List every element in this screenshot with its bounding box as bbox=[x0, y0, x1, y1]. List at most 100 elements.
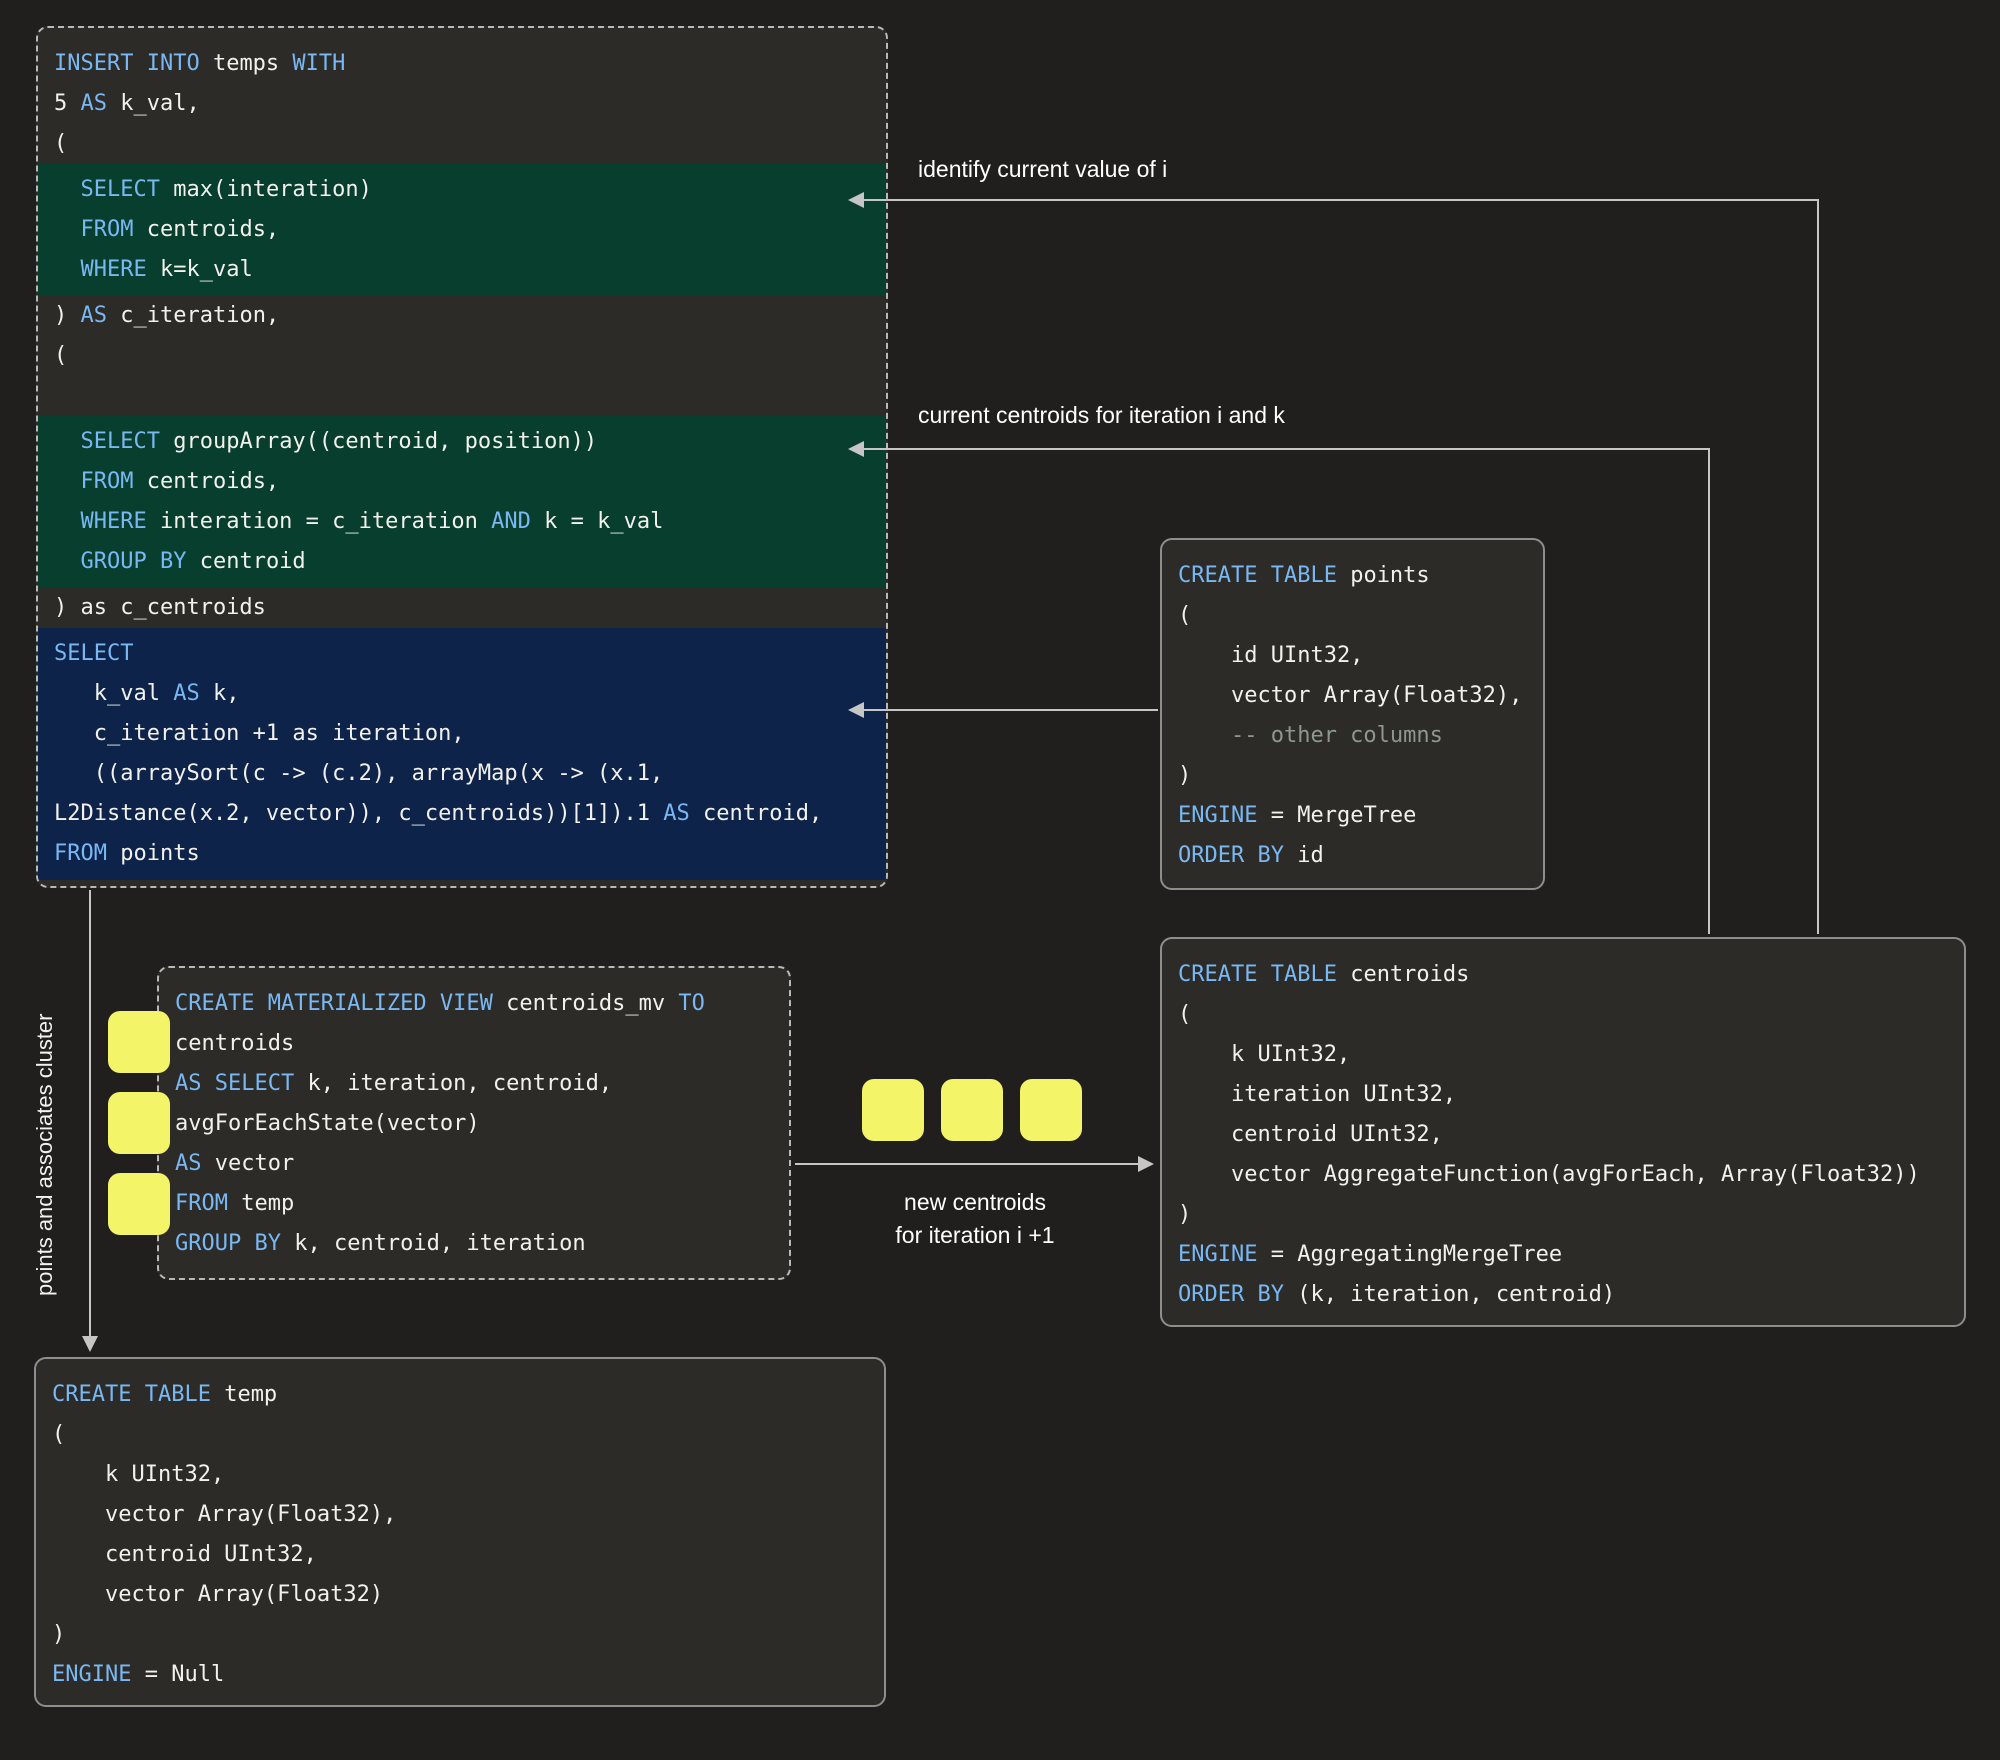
diagram-canvas: INSERT INTO temps WITH5 AS k_val,( SELEC… bbox=[0, 0, 2000, 1760]
code-line: ) AS c_iteration, bbox=[54, 296, 870, 336]
code-text: k=k_val bbox=[147, 257, 253, 282]
code-text: ) as c_centroids bbox=[54, 595, 266, 620]
code-line: vector Array(Float32), bbox=[1178, 676, 1527, 716]
code-line: SELECT groupArray((centroid, position)) bbox=[54, 422, 870, 462]
code-text: k, centroid, iteration bbox=[281, 1231, 586, 1256]
code-line: k_val AS k, bbox=[54, 674, 870, 714]
code-text: ( bbox=[1178, 1002, 1191, 1027]
code-keyword: SELECT bbox=[81, 177, 160, 202]
code-text: centroid UInt32, bbox=[1178, 1122, 1443, 1147]
code-text: points bbox=[1337, 563, 1430, 588]
code-line: vector Array(Float32) bbox=[52, 1575, 868, 1615]
code-line: vector AggregateFunction(avgForEach, Arr… bbox=[1178, 1155, 1948, 1195]
annotation-current-centroids: current centroids for iteration i and k bbox=[918, 402, 1285, 429]
code-line: ((arraySort(c -> (c.2), arrayMap(x -> (x… bbox=[54, 754, 870, 794]
code-keyword: FROM bbox=[81, 217, 134, 242]
code-line: L2Distance(x.2, vector)), c_centroids))[… bbox=[54, 794, 870, 834]
code-text: max(interation) bbox=[160, 177, 372, 202]
code-text: ( bbox=[1178, 603, 1191, 628]
code-text: k UInt32, bbox=[52, 1462, 224, 1487]
code-text bbox=[54, 549, 81, 574]
code-text: L2Distance(x.2, vector)), c_centroids))[… bbox=[54, 801, 663, 826]
code-text: temp bbox=[211, 1382, 277, 1407]
side-label-points-cluster: points and associates cluster bbox=[32, 960, 58, 1296]
code-text: ( bbox=[54, 131, 67, 156]
code-section-green: SELECT groupArray((centroid, position)) … bbox=[38, 416, 886, 588]
code-text: id UInt32, bbox=[1178, 643, 1363, 668]
materialized-view-box: CREATE MATERIALIZED VIEW centroids_mv TO… bbox=[157, 966, 791, 1280]
code-text bbox=[54, 257, 81, 282]
code-text: vector bbox=[202, 1151, 295, 1176]
code-text: k = k_val bbox=[531, 509, 663, 534]
code-line: WHERE interation = c_iteration AND k = k… bbox=[54, 502, 870, 542]
code-line: k UInt32, bbox=[52, 1455, 868, 1495]
code-line: iteration UInt32, bbox=[1178, 1075, 1948, 1115]
code-keyword: AS bbox=[81, 91, 108, 116]
insert-query-box: INSERT INTO temps WITH5 AS k_val,( SELEC… bbox=[36, 26, 888, 888]
code-text: = MergeTree bbox=[1257, 803, 1416, 828]
code-text: ((arraySort(c -> (c.2), arrayMap(x -> (x… bbox=[54, 761, 663, 786]
code-line: SELECT max(interation) bbox=[54, 170, 870, 210]
code-text bbox=[54, 177, 81, 202]
code-text: centroid, bbox=[690, 801, 822, 826]
code-line: ) as c_centroids bbox=[54, 588, 870, 628]
code-keyword: ENGINE bbox=[1178, 1242, 1257, 1267]
annotation-new-centroids-line1: new centroids bbox=[820, 1186, 1130, 1219]
code-line: ORDER BY id bbox=[1178, 836, 1527, 876]
code-keyword: FROM bbox=[175, 1191, 228, 1216]
code-text: centroid bbox=[186, 549, 305, 574]
yellow-block-icon bbox=[1020, 1079, 1082, 1141]
code-text: c_iteration, bbox=[107, 303, 279, 328]
code-text: k, bbox=[200, 681, 240, 706]
code-keyword: FROM bbox=[81, 469, 134, 494]
code-text bbox=[54, 429, 81, 454]
code-section-plain: ) as c_centroids bbox=[38, 588, 886, 628]
code-text: k_val, bbox=[107, 91, 200, 116]
annotation-new-centroids-line2: for iteration i +1 bbox=[820, 1219, 1130, 1252]
code-text: centroids, bbox=[133, 469, 279, 494]
code-line: CREATE TABLE temp bbox=[52, 1375, 868, 1415]
code-keyword: INSERT INTO bbox=[54, 51, 200, 76]
code-text: (k, iteration, centroid) bbox=[1284, 1282, 1615, 1307]
code-text: vector Array(Float32) bbox=[52, 1582, 383, 1607]
code-keyword: GROUP BY bbox=[175, 1231, 281, 1256]
code-line: FROM centroids, bbox=[54, 210, 870, 250]
code-line: ( bbox=[1178, 596, 1527, 636]
code-section-plain: CREATE MATERIALIZED VIEW centroids_mv TO… bbox=[159, 984, 789, 1264]
code-line: id UInt32, bbox=[1178, 636, 1527, 676]
code-text: c_iteration +1 as iteration, bbox=[54, 721, 465, 746]
code-text: 5 bbox=[54, 91, 81, 116]
code-text: k, iteration, centroid, bbox=[294, 1071, 612, 1096]
code-section-plain: INSERT INTO temps WITH5 AS k_val,( bbox=[38, 44, 886, 164]
temp-table-box: CREATE TABLE temp( k UInt32, vector Arra… bbox=[34, 1357, 886, 1707]
code-comment: -- other columns bbox=[1178, 723, 1443, 748]
code-keyword: AS bbox=[173, 681, 200, 706]
code-line: avgForEachState(vector) bbox=[175, 1104, 773, 1144]
code-section-plain: CREATE TABLE points( id UInt32, vector A… bbox=[1162, 556, 1543, 876]
centroids-table-box: CREATE TABLE centroids( k UInt32, iterat… bbox=[1160, 937, 1966, 1327]
code-text: vector AggregateFunction(avgForEach, Arr… bbox=[1178, 1162, 1920, 1187]
code-line: ) bbox=[52, 1615, 868, 1655]
code-line: ( bbox=[52, 1415, 868, 1455]
code-section-plain: CREATE TABLE centroids( k UInt32, iterat… bbox=[1162, 955, 1964, 1315]
code-keyword: TO bbox=[678, 991, 705, 1016]
code-line: ORDER BY (k, iteration, centroid) bbox=[1178, 1275, 1948, 1315]
code-text bbox=[54, 469, 81, 494]
code-line: ENGINE = MergeTree bbox=[1178, 796, 1527, 836]
code-line: FROM points bbox=[54, 834, 870, 874]
code-text bbox=[54, 509, 81, 534]
code-keyword: AS SELECT bbox=[175, 1071, 294, 1096]
code-text: k_val bbox=[54, 681, 173, 706]
code-keyword: FROM bbox=[54, 841, 107, 866]
yellow-block-icon bbox=[108, 1011, 170, 1073]
code-text: ) bbox=[1178, 1202, 1191, 1227]
code-text: k UInt32, bbox=[1178, 1042, 1350, 1067]
code-line: AS vector bbox=[175, 1144, 773, 1184]
code-line: ( bbox=[1178, 995, 1948, 1035]
code-line: ( bbox=[54, 336, 870, 376]
code-text: ) bbox=[54, 303, 81, 328]
code-text: centroids_mv bbox=[493, 991, 678, 1016]
code-section-navy: SELECT k_val AS k, c_iteration +1 as ite… bbox=[38, 628, 886, 880]
code-keyword: CREATE TABLE bbox=[1178, 962, 1337, 987]
code-keyword: ENGINE bbox=[1178, 803, 1257, 828]
